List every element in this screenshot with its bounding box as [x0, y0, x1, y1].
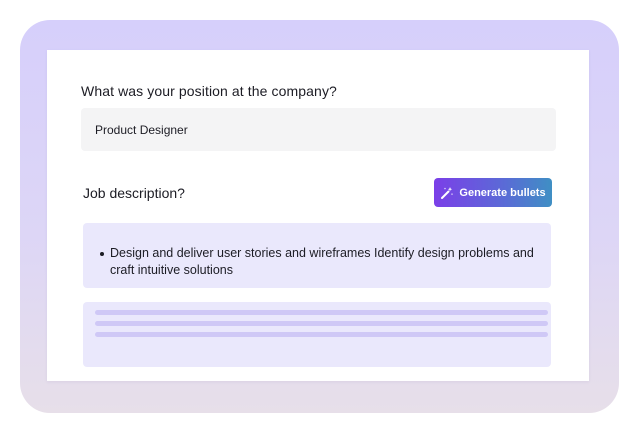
position-input-value: Product Designer — [95, 122, 188, 137]
job-description-label: Job description? — [83, 185, 185, 201]
generate-bullets-label: Generate bullets — [459, 186, 546, 199]
bullet-item: Design and deliver user stories and wire… — [100, 245, 537, 279]
placeholder-line — [95, 321, 548, 326]
placeholder-line — [95, 332, 548, 337]
job-description-input[interactable]: Design and deliver user stories and wire… — [83, 223, 551, 288]
generate-bullets-button[interactable]: Generate bullets — [434, 178, 552, 207]
magic-wand-icon — [440, 186, 454, 200]
empty-bullet-placeholder[interactable] — [83, 302, 551, 367]
position-question-label: What was your position at the company? — [81, 83, 337, 99]
resume-form-card: What was your position at the company? P… — [47, 50, 589, 381]
placeholder-line — [95, 310, 548, 315]
position-input[interactable]: Product Designer — [81, 108, 556, 151]
